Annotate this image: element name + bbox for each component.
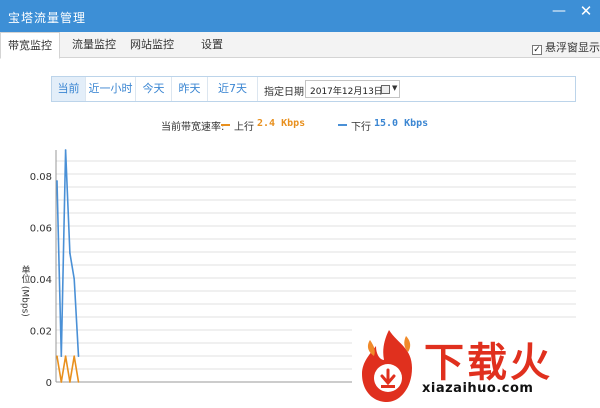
calendar-icon[interactable] [381,85,390,94]
y-tick-label: 0.08 [30,172,52,183]
data-point [77,355,80,358]
y-axis-title: 单位 (Mbps) [18,265,30,320]
tab-bar: 带宽监控 流量监控 网站监控 设置 ✓ 悬浮窗显示 [0,32,600,59]
data-point [60,381,63,383]
watermark: 下载火 xiazaihuo.com [352,326,600,408]
close-button[interactable]: ✕ [572,0,600,24]
upload-legend-swatch [221,124,230,126]
data-point [64,355,67,358]
data-point [56,180,58,182]
date-picker[interactable]: 2017年12月13日 ▼ [305,80,400,98]
data-point [77,381,80,383]
y-tick-label: 0 [46,378,52,389]
download-label: 下行 [351,122,371,133]
filter-today-button[interactable]: 今天 [136,77,172,101]
data-point [60,355,63,358]
data-point [69,381,71,383]
y-axis-title-text: 单位 (Mbps) [19,265,30,317]
tab-settings[interactable]: 设置 [198,32,226,58]
window-title: 宝塔流量管理 [8,11,87,25]
data-point [64,149,67,151]
download-value: 15.0 Kbps [374,118,429,129]
data-point [56,355,58,358]
filter-current-button[interactable]: 当前 [52,77,86,101]
watermark-brand: 下载火 [424,340,553,386]
date-label: 指定日期 [264,87,304,98]
y-tick-label: 0.04 [30,275,52,286]
chevron-down-icon[interactable]: ▼ [392,84,397,92]
watermark-url: xiazaihuo.com [422,381,534,396]
data-point [73,278,75,280]
tab-traffic-monitor[interactable]: 流量监控 [70,32,118,58]
y-tick-label: 0.06 [30,223,52,234]
float-window-label: 悬浮窗显示 [545,41,600,54]
time-filter-bar: 当前 近一小时 今天 昨天 近7天 指定日期 2017年12月13日 ▼ [51,76,576,102]
filter-last-hour-button[interactable]: 近一小时 [86,77,136,101]
rate-label: 当前带宽速率: [161,122,225,133]
filter-last-7-days-button[interactable]: 近7天 [208,77,258,101]
download-legend-swatch [338,124,347,126]
float-window-checkbox[interactable]: ✓ [532,45,542,55]
float-window-toggle[interactable]: ✓ 悬浮窗显示 [532,39,600,55]
current-rates: 当前带宽速率: 上行 2.4 Kbps 下行 15.0 Kbps [0,118,600,133]
y-tick-label: 0.02 [30,326,52,337]
upload-value: 2.4 Kbps [257,118,306,129]
filter-yesterday-button[interactable]: 昨天 [172,77,208,101]
tab-website-monitor[interactable]: 网站监控 [128,32,176,58]
minimize-button[interactable]: — [545,0,573,24]
tab-bandwidth-monitor[interactable]: 带宽监控 [0,32,60,59]
date-value: 2017年12月13日 [310,87,383,97]
title-bar: 宝塔流量管理 — ✕ [0,0,600,32]
data-point [69,252,71,254]
upload-label: 上行 [234,122,254,133]
data-point [73,355,75,358]
flame-logo-icon [362,330,412,402]
